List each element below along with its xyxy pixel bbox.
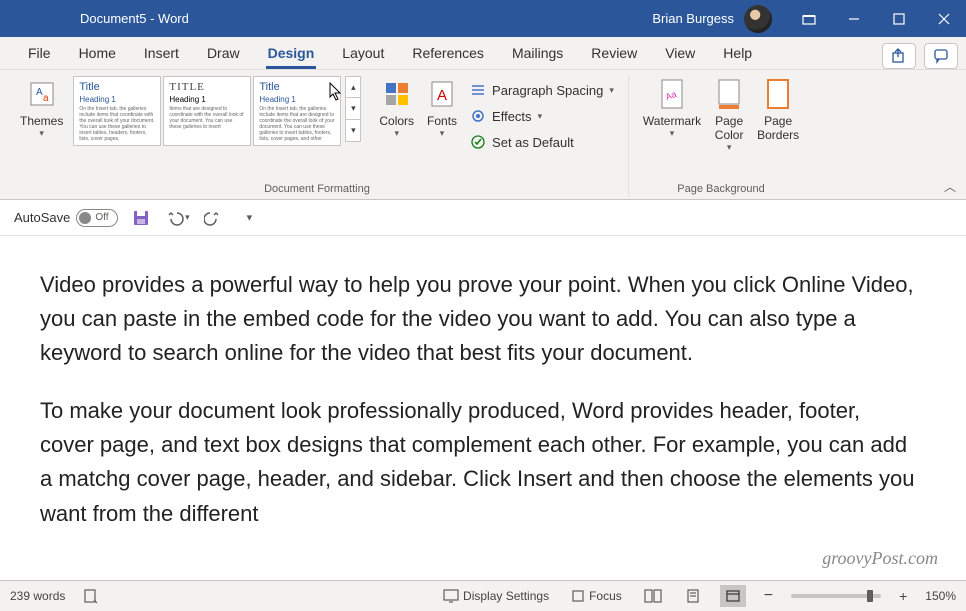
check-icon (470, 134, 486, 150)
page-borders-label: Page Borders (757, 114, 799, 142)
style-set-item[interactable]: Title Heading 1 On the Insert tab, the g… (73, 76, 161, 146)
tab-references[interactable]: References (398, 36, 498, 69)
tab-mailings[interactable]: Mailings (498, 36, 577, 69)
paragraph-spacing-button[interactable]: Paragraph Spacing ▾ (464, 80, 620, 100)
comments-button[interactable] (924, 43, 958, 69)
group-label-page-background: Page Background (637, 181, 805, 197)
tab-layout[interactable]: Layout (328, 36, 398, 69)
zoom-out-button[interactable]: − (760, 587, 777, 605)
autosave-toggle[interactable]: Off (76, 209, 118, 227)
page-color-button[interactable]: Page Color ▾ (707, 76, 751, 155)
word-count[interactable]: 239 words (10, 589, 65, 603)
display-settings-button[interactable]: Display Settings (439, 589, 553, 603)
watermark-icon: Aa (656, 78, 688, 110)
tab-help[interactable]: Help (709, 36, 766, 69)
ribbon: Aa Themes ▾ Title Heading 1 On the Inser… (0, 70, 966, 200)
zoom-in-button[interactable]: + (895, 588, 911, 604)
tab-design[interactable]: Design (254, 36, 329, 69)
maximize-button[interactable] (876, 0, 921, 37)
effects-button[interactable]: Effects ▾ (464, 106, 548, 126)
read-mode-button[interactable] (640, 585, 666, 607)
user-avatar[interactable] (744, 5, 772, 33)
status-bar: 239 words Display Settings Focus − + 150… (0, 580, 966, 611)
zoom-slider[interactable] (791, 594, 881, 598)
chevron-down-icon: ▾ (39, 128, 44, 139)
page-borders-button[interactable]: Page Borders (751, 76, 805, 144)
fonts-icon: A (426, 78, 458, 110)
undo-button[interactable]: ▾ (164, 205, 190, 231)
zoom-level[interactable]: 150% (925, 589, 956, 603)
colors-label: Colors (379, 114, 414, 128)
paragraph-spacing-icon (470, 82, 486, 98)
set-as-default-button[interactable]: Set as Default (464, 132, 580, 152)
tab-insert[interactable]: Insert (130, 36, 193, 69)
tab-file[interactable]: File (14, 36, 65, 69)
redo-button[interactable] (200, 205, 226, 231)
svg-text:a: a (43, 93, 49, 104)
tab-home[interactable]: Home (65, 36, 130, 69)
web-layout-button[interactable] (720, 585, 746, 607)
chevron-down-icon: ▾ (538, 111, 543, 122)
document-title: Document5 - Word (80, 11, 189, 26)
focus-button[interactable]: Focus (567, 589, 626, 603)
svg-text:A: A (36, 87, 43, 98)
document-paragraph[interactable]: Video provides a powerful way to help yo… (40, 268, 918, 370)
colors-button[interactable]: Colors ▾ (373, 76, 420, 141)
tab-view[interactable]: View (651, 36, 709, 69)
close-button[interactable] (921, 0, 966, 37)
svg-text:A: A (437, 87, 447, 104)
ribbon-display-options-button[interactable] (786, 0, 831, 37)
share-button[interactable] (882, 43, 916, 69)
document-canvas[interactable]: Video provides a powerful way to help yo… (0, 236, 966, 580)
document-paragraph[interactable]: To make your document look professionall… (40, 394, 918, 530)
spelling-status-icon[interactable] (79, 588, 103, 604)
style-set-item[interactable]: Title Heading 1 On the Insert tab, the g… (253, 76, 341, 146)
fonts-label: Fonts (427, 114, 457, 128)
tab-review[interactable]: Review (577, 36, 651, 69)
title-bar: Document5 - Word Brian Burgess (0, 0, 966, 37)
user-name[interactable]: Brian Burgess (652, 11, 734, 26)
chevron-down-icon: ▾ (440, 128, 445, 139)
themes-button[interactable]: Aa Themes ▾ (14, 76, 69, 141)
watermark-label: Watermark (643, 114, 701, 128)
themes-icon: Aa (26, 78, 58, 110)
watermark-button[interactable]: Aa Watermark ▾ (637, 76, 707, 141)
chevron-down-icon: ▾ (609, 85, 614, 96)
gallery-more-button[interactable]: ▾ (345, 120, 361, 142)
collapse-ribbon-button[interactable]: ︿ (944, 178, 956, 195)
minimize-button[interactable] (831, 0, 876, 37)
themes-label: Themes (20, 114, 63, 128)
page-color-label: Page Color (715, 114, 744, 142)
chevron-down-icon: ▾ (727, 142, 732, 153)
effects-icon (470, 108, 486, 124)
style-set-gallery[interactable]: Title Heading 1 On the Insert tab, the g… (73, 76, 361, 146)
tab-draw[interactable]: Draw (193, 36, 254, 69)
autosave-label: AutoSave (14, 210, 70, 225)
print-layout-button[interactable] (680, 585, 706, 607)
page-color-icon (713, 78, 745, 110)
page-borders-icon (762, 78, 794, 110)
chevron-down-icon: ▾ (670, 128, 675, 139)
colors-icon (381, 78, 413, 110)
ribbon-tabs: File Home Insert Draw Design Layout Refe… (0, 37, 966, 70)
customize-qat-button[interactable]: ▾ (236, 205, 262, 231)
chevron-down-icon: ▾ (394, 128, 399, 139)
gallery-scroll-up[interactable]: ▴ (345, 76, 361, 98)
fonts-button[interactable]: A Fonts ▾ (420, 76, 464, 141)
quick-access-toolbar: AutoSave Off ▾ ▾ (0, 200, 966, 236)
gallery-scroll-down[interactable]: ▾ (345, 98, 361, 120)
group-label-document-formatting: Document Formatting (14, 181, 620, 197)
style-set-item[interactable]: TITLE Heading 1 Items that are designed … (163, 76, 251, 146)
save-button[interactable] (128, 205, 154, 231)
